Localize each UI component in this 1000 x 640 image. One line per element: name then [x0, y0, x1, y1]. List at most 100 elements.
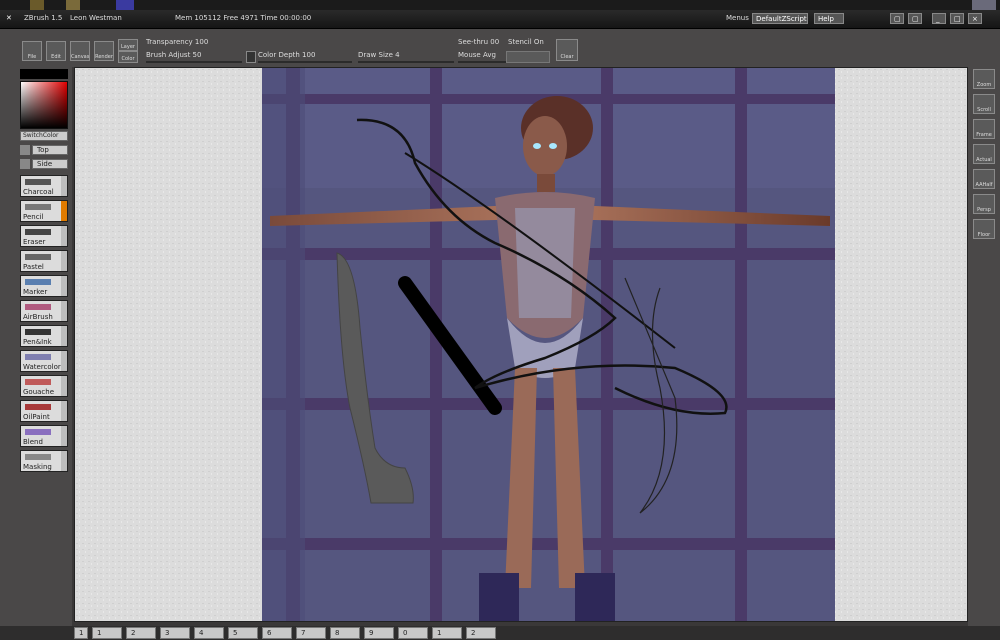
app-icon[interactable] — [66, 0, 80, 10]
brush-preview-icon — [25, 304, 51, 310]
brush-arrow-icon[interactable] — [61, 451, 67, 471]
render-button[interactable]: Render — [94, 41, 114, 61]
window-layout-button[interactable]: ▢ — [908, 13, 922, 24]
color-picker[interactable] — [20, 81, 68, 129]
brush-preview-icon — [25, 229, 51, 235]
brush-arrow-icon[interactable] — [61, 176, 67, 196]
brush-arrow-icon[interactable] — [61, 351, 67, 371]
brush-arrow-icon[interactable] — [61, 226, 67, 246]
stencil-toggle[interactable]: Stencil On — [508, 38, 544, 46]
brush-pastel[interactable]: Pastel — [20, 250, 68, 272]
persp-button[interactable]: Persp — [973, 194, 995, 214]
slider-track[interactable] — [146, 61, 242, 63]
float-field[interactable] — [506, 51, 550, 63]
layer-tab[interactable]: 1 — [92, 627, 122, 639]
file-button[interactable]: File — [22, 41, 42, 61]
maximize-button[interactable]: □ — [950, 13, 964, 24]
canvas-document[interactable] — [74, 67, 968, 622]
mouse-avg-slider[interactable]: Mouse Avg — [458, 51, 506, 63]
layer-tab[interactable]: 0 — [398, 627, 428, 639]
brush-eraser[interactable]: Eraser — [20, 225, 68, 247]
app-icon[interactable] — [972, 0, 996, 10]
brush-charcoal[interactable]: Charcoal — [20, 175, 68, 197]
layer-tab[interactable]: 8 — [330, 627, 360, 639]
brush-arrow-icon[interactable] — [61, 326, 67, 346]
main-color-swatch[interactable] — [20, 69, 68, 79]
zoom-button[interactable]: Zoom — [973, 69, 995, 89]
brush-blend[interactable]: Blend — [20, 425, 68, 447]
brush-preview-icon — [25, 379, 51, 385]
menus-label: Menus — [726, 14, 749, 22]
color-depth-slider[interactable]: Color Depth 100 — [258, 51, 352, 63]
color-button[interactable]: Color — [118, 51, 138, 63]
actual-button[interactable]: Actual — [973, 144, 995, 164]
brush-oilpaint[interactable]: OilPaint — [20, 400, 68, 422]
layer-tab[interactable]: 7 — [296, 627, 326, 639]
canvas-button[interactable]: Canvas — [70, 41, 90, 61]
brush-marker[interactable]: Marker — [20, 275, 68, 297]
brush-pencil[interactable]: Pencil — [20, 200, 68, 222]
scroll-button[interactable]: Scroll — [973, 94, 995, 114]
brush-preview-icon — [25, 204, 51, 210]
actual-label: Actual — [976, 157, 992, 163]
app-icon[interactable] — [116, 0, 134, 10]
transparency-slider[interactable]: Transparency 100 — [146, 38, 208, 46]
layer-tab[interactable]: 9 — [364, 627, 394, 639]
brush-arrow-icon[interactable] — [61, 376, 67, 396]
side-button[interactable]: Side — [32, 159, 68, 169]
brush-adjust-slider[interactable]: Brush Adjust 50 — [146, 51, 242, 63]
top-button[interactable]: Top — [32, 145, 68, 155]
slider-track[interactable] — [258, 61, 352, 63]
layer-tab[interactable]: 6 — [262, 627, 292, 639]
frame-button[interactable]: Frame — [973, 119, 995, 139]
brush-gouache[interactable]: Gouache — [20, 375, 68, 397]
aahalf-button[interactable]: AAHalf — [973, 169, 995, 189]
left-tool-panel: SwitchColor Top Side Charcoal Pencil Erase… — [0, 67, 72, 627]
brush-preview-icon — [25, 404, 51, 410]
swatch-icon[interactable] — [246, 51, 256, 63]
right-tool-panel: Zoom Scroll Frame Actual AAHalf Persp Floor — [968, 67, 1000, 627]
minimize-button[interactable]: _ — [932, 13, 946, 24]
brush-airbrush[interactable]: AirBrush — [20, 300, 68, 322]
layer-tab[interactable]: 5 — [228, 627, 258, 639]
script-button[interactable]: DefaultZScript — [752, 13, 808, 24]
help-button[interactable]: Help — [814, 13, 844, 24]
brush-arrow-icon[interactable] — [61, 251, 67, 271]
brush-arrow-icon[interactable] — [61, 301, 67, 321]
app-title: ZBrush 1.5 — [24, 14, 63, 22]
draw-size-slider[interactable]: Draw Size 4 — [358, 51, 454, 63]
layer-tab[interactable]: 1 — [432, 627, 462, 639]
scroll-label: Scroll — [977, 107, 991, 113]
brush-preview-icon — [25, 329, 51, 335]
edit-button[interactable]: Edit — [46, 41, 66, 61]
close-button[interactable]: × — [968, 13, 982, 24]
layer-tab[interactable]: 2 — [126, 627, 156, 639]
brush-watercolor[interactable]: Watercolor — [20, 350, 68, 372]
clear-button[interactable]: Clear — [556, 39, 578, 61]
brush-pen-ink[interactable]: Pen&Ink — [20, 325, 68, 347]
slider-track[interactable] — [358, 61, 454, 63]
eye-icon[interactable] — [20, 159, 30, 169]
brush-arrow-icon[interactable] — [61, 401, 67, 421]
brush-arrow-icon[interactable] — [61, 426, 67, 446]
see-thru-label: See-thru 00 — [458, 38, 500, 46]
canvas-label: Canvas — [71, 54, 90, 60]
see-thru-slider[interactable]: See-thru 00 — [458, 38, 499, 46]
layer-tab[interactable]: 2 — [466, 627, 496, 639]
layer-tab[interactable]: 1 — [74, 627, 88, 639]
layer-tab[interactable]: 4 — [194, 627, 224, 639]
layer-button[interactable]: Layer — [118, 39, 138, 51]
stencil-label: Stencil On — [508, 38, 544, 46]
brush-adjust-label: Brush Adjust 50 — [146, 51, 202, 59]
brush-masking[interactable]: Masking — [20, 450, 68, 472]
switch-color-button[interactable]: SwitchColor — [20, 131, 68, 141]
brush-arrow-icon[interactable] — [61, 201, 67, 221]
slider-track[interactable] — [458, 61, 506, 63]
floor-button[interactable]: Floor — [973, 219, 995, 239]
eye-icon[interactable] — [20, 145, 30, 155]
brush-arrow-icon[interactable] — [61, 276, 67, 296]
app-icon[interactable] — [30, 0, 44, 10]
color-depth-label: Color Depth 100 — [258, 51, 316, 59]
window-layout-button[interactable]: ▢ — [890, 13, 904, 24]
layer-tab[interactable]: 3 — [160, 627, 190, 639]
